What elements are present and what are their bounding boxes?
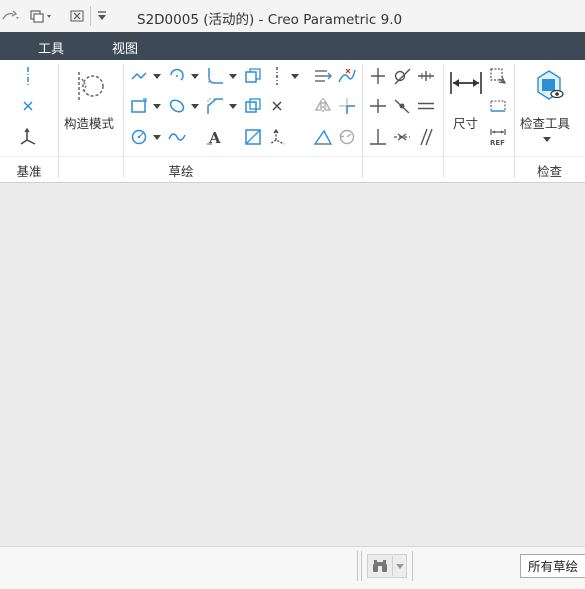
symmetric-constraint-icon[interactable] bbox=[391, 126, 413, 148]
reference-box-icon[interactable] bbox=[487, 95, 509, 117]
menu-tools[interactable]: 工具 bbox=[38, 38, 64, 57]
ribbon-separator bbox=[362, 64, 363, 178]
customize-icon[interactable] bbox=[95, 8, 109, 24]
coincident-constraint-icon[interactable] bbox=[391, 95, 413, 117]
fillet-icon[interactable] bbox=[204, 65, 226, 87]
chevron-down-icon[interactable] bbox=[542, 128, 552, 150]
construction-mode-icon[interactable] bbox=[72, 68, 108, 104]
chevron-down-icon[interactable] bbox=[190, 95, 200, 117]
chamfer-icon[interactable] bbox=[204, 95, 226, 117]
parallel-constraint-icon[interactable] bbox=[415, 126, 437, 148]
datum-group-label: 基准 bbox=[16, 164, 42, 179]
chevron-down-icon[interactable] bbox=[152, 95, 162, 117]
horizontal-constraint-icon[interactable] bbox=[367, 95, 389, 117]
tangent-constraint-icon[interactable] bbox=[391, 65, 413, 87]
chevron-down-icon[interactable] bbox=[290, 65, 300, 87]
construction-mode-button[interactable]: 构造模式 bbox=[64, 113, 114, 132]
vertical-constraint-icon[interactable] bbox=[367, 65, 389, 87]
menu-bar: 工具 视图 bbox=[0, 32, 585, 60]
rectangle-icon[interactable] bbox=[128, 95, 150, 117]
midpoint-constraint-icon[interactable] bbox=[415, 65, 437, 87]
construction-point-icon[interactable] bbox=[266, 95, 288, 117]
perpendicular-constraint-icon[interactable] bbox=[367, 126, 389, 148]
coordinate-system-icon[interactable] bbox=[17, 126, 39, 148]
chevron-down-icon[interactable] bbox=[228, 95, 238, 117]
delete-segment-icon[interactable] bbox=[312, 126, 334, 148]
datum-point-icon[interactable] bbox=[17, 95, 39, 117]
offset-icon[interactable] bbox=[242, 65, 264, 87]
binoculars-icon bbox=[371, 558, 389, 574]
modify-icon[interactable] bbox=[312, 65, 334, 87]
circle-icon[interactable] bbox=[128, 126, 150, 148]
corner-icon[interactable] bbox=[336, 95, 358, 117]
close-window-icon[interactable] bbox=[68, 8, 86, 24]
ribbon-separator bbox=[443, 64, 444, 178]
status-separator bbox=[412, 551, 413, 581]
dimension-baseline-icon[interactable] bbox=[487, 65, 509, 87]
ribbon: 基准 构造模式 A 草绘 尺寸 REF 检查工具 检查 bbox=[0, 60, 585, 183]
mirror-icon[interactable] bbox=[312, 95, 334, 117]
equal-constraint-icon[interactable] bbox=[415, 95, 437, 117]
inspect-tools-icon[interactable] bbox=[530, 66, 566, 102]
dimension-button[interactable]: 尺寸 bbox=[453, 113, 478, 132]
status-separator bbox=[357, 551, 358, 581]
palette-icon[interactable] bbox=[242, 126, 264, 148]
chevron-down-icon[interactable] bbox=[152, 126, 162, 148]
construction-centerline-icon[interactable] bbox=[266, 65, 288, 87]
line-icon[interactable] bbox=[128, 65, 150, 87]
spline-icon[interactable] bbox=[166, 126, 188, 148]
ribbon-group-label-line bbox=[0, 156, 585, 157]
status-bar: 所有草绘 bbox=[0, 546, 585, 589]
text-icon[interactable]: A bbox=[204, 126, 226, 148]
ellipse-icon[interactable] bbox=[166, 95, 188, 117]
title-bar: S2D0005 (活动的) - Creo Parametric 9.0 bbox=[0, 0, 585, 33]
arc-icon[interactable] bbox=[166, 65, 188, 87]
chevron-down-icon[interactable] bbox=[396, 563, 404, 569]
centerline-icon[interactable] bbox=[17, 65, 39, 87]
graphics-area[interactable] bbox=[0, 183, 585, 546]
inspect-group-label: 检查 bbox=[536, 164, 562, 179]
reference-dimension-icon[interactable]: REF bbox=[487, 126, 509, 148]
ribbon-separator bbox=[58, 64, 59, 178]
sketch-group-label: 草绘 bbox=[168, 164, 194, 179]
status-separator bbox=[361, 551, 362, 581]
window-icon[interactable] bbox=[26, 8, 56, 24]
rotate-resize-icon[interactable] bbox=[336, 126, 358, 148]
redo-icon[interactable] bbox=[0, 8, 22, 24]
chevron-down-icon[interactable] bbox=[228, 65, 238, 87]
selection-filter-select[interactable]: 所有草绘 bbox=[520, 554, 585, 578]
menu-view[interactable]: 视图 bbox=[112, 38, 138, 57]
chevron-down-icon[interactable] bbox=[152, 65, 162, 87]
find-button[interactable] bbox=[367, 554, 407, 578]
divide-icon[interactable] bbox=[336, 65, 358, 87]
window-title: S2D0005 (活动的) - Creo Parametric 9.0 bbox=[137, 12, 403, 28]
construction-coordinate-icon[interactable] bbox=[266, 126, 288, 148]
dimension-icon[interactable] bbox=[448, 68, 484, 98]
chevron-down-icon[interactable] bbox=[190, 65, 200, 87]
svg-text:REF: REF bbox=[490, 139, 505, 147]
thicken-icon[interactable] bbox=[242, 95, 264, 117]
